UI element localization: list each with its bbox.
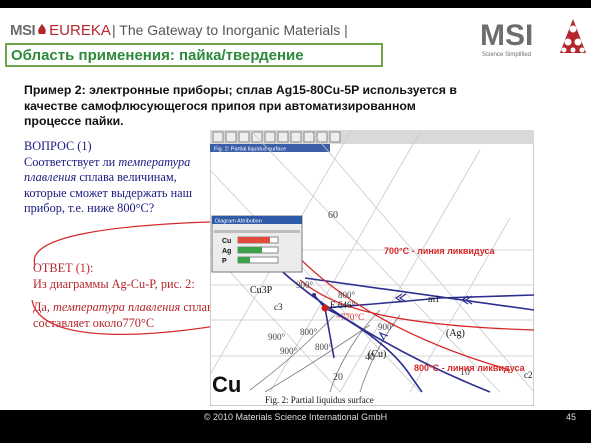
phase-ag: (Ag) xyxy=(446,328,465,339)
label-700-liquidus: 700°C - линия ликвидуса xyxy=(384,246,496,256)
question-bracket xyxy=(33,221,211,266)
diagram-attribution-panel: Diagram Attribution Cu Ag P xyxy=(211,215,303,273)
figure-caption: Fig. 2: Partial liquidus surface xyxy=(265,395,374,405)
axis-label-60: 60 xyxy=(328,210,338,221)
liquidus-figure: Fig. 2: Partial liquidus surface Diagram… xyxy=(210,130,534,406)
iso-900-a: 900° xyxy=(296,280,314,290)
cu3p-point xyxy=(312,293,316,297)
label-800-liquidus: 800°C - линия ликвидуса xyxy=(414,363,526,373)
eutectic-point-e xyxy=(321,304,329,312)
phase-cu3p: Cu3P xyxy=(250,285,273,296)
axis-label-20: 20 xyxy=(333,372,343,383)
panel-bar-ag xyxy=(238,247,262,253)
label-m1: m1 xyxy=(428,294,440,304)
panel-bar-cu xyxy=(238,237,270,243)
panel-item-ag: Ag xyxy=(222,248,231,255)
label-c2: c2 xyxy=(524,370,533,380)
panel-title: Diagram Attribution xyxy=(215,219,262,225)
label-e: E xyxy=(330,300,336,310)
phase-cu: (Cu) xyxy=(368,349,386,360)
label-c3: c3 xyxy=(274,302,283,312)
page-number: 45 xyxy=(566,412,577,422)
iso-900-c: 900° xyxy=(280,346,298,356)
corner-cu-label: Cu xyxy=(212,372,241,397)
panel-item-p: P xyxy=(222,258,227,265)
label-e-temp: 646° xyxy=(338,300,356,310)
figure-window-title: Fig. 2: Partial liquidus surface xyxy=(214,147,286,153)
iso-800-a: 800° xyxy=(338,290,356,300)
iso-800-c: 800° xyxy=(315,342,333,352)
iso-800-b: 800° xyxy=(300,327,318,337)
iso-900-b: 900° xyxy=(268,332,286,342)
panel-bar-p xyxy=(238,257,250,263)
panel-item-cu: Cu xyxy=(222,238,231,245)
footer-copyright: © 2010 Materials Science International G… xyxy=(203,412,388,422)
label-770: ~770°C xyxy=(336,312,364,322)
iso-900-d: 900° xyxy=(378,322,396,332)
